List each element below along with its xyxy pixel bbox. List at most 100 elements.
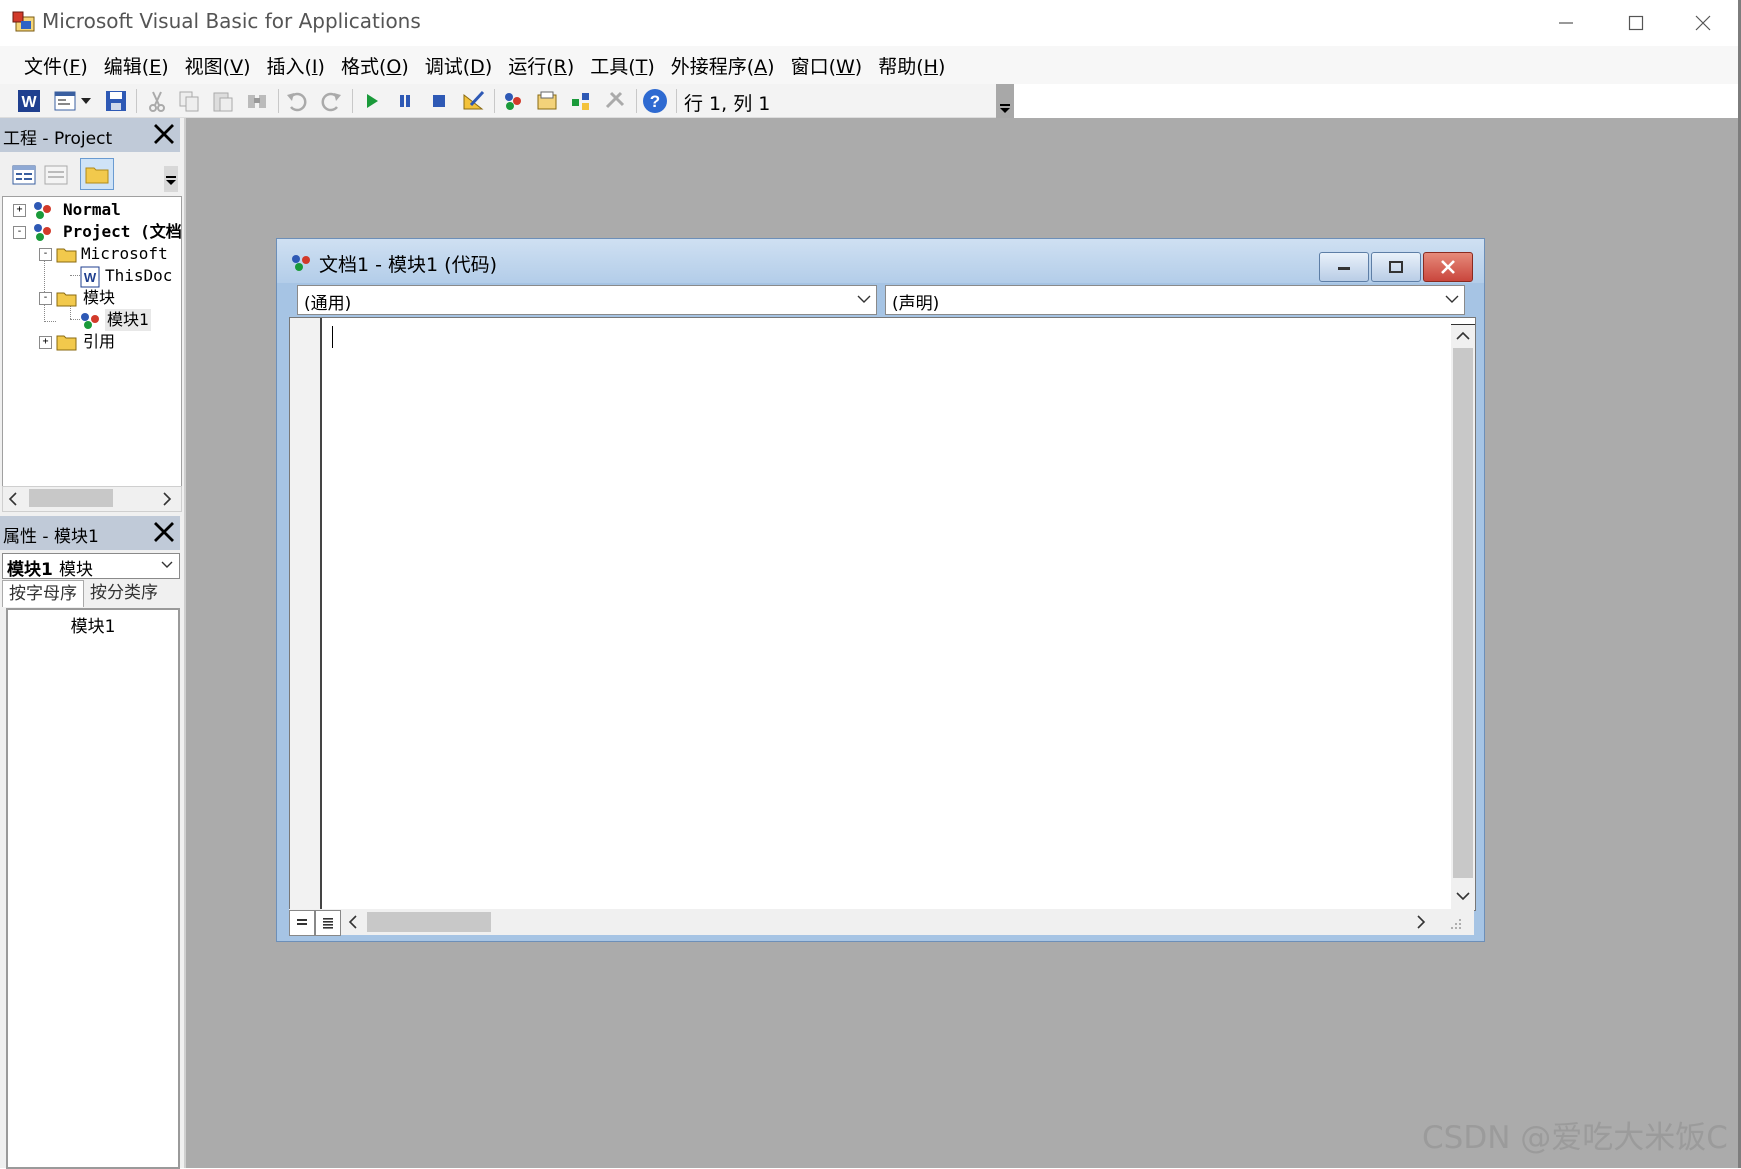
insert-userform-icon[interactable] bbox=[52, 88, 78, 114]
toolbar-overflow-button[interactable] bbox=[996, 84, 1014, 118]
chevron-left-icon[interactable] bbox=[347, 915, 359, 929]
menu-accelerator: V bbox=[230, 55, 244, 78]
close-icon bbox=[154, 522, 174, 542]
tree-item-label: Microsoft bbox=[81, 244, 168, 263]
menu-item-f[interactable]: 文件(F) bbox=[16, 52, 96, 79]
view-code-icon[interactable] bbox=[12, 164, 36, 186]
paste-icon[interactable] bbox=[210, 88, 236, 114]
chevron-down-icon bbox=[1456, 892, 1470, 901]
code-window: 文档1 - 模块1 (代码) (通用) (声明) bbox=[276, 238, 1485, 942]
menu-label-tail: ) bbox=[484, 55, 493, 78]
menu-label-tail: ) bbox=[243, 55, 251, 78]
menu-accelerator: D bbox=[470, 55, 485, 78]
close-button[interactable] bbox=[1668, 0, 1738, 46]
save-icon[interactable] bbox=[103, 88, 129, 114]
chevron-down-icon bbox=[1445, 295, 1459, 303]
undo-icon[interactable] bbox=[284, 88, 310, 114]
code-restore-button[interactable] bbox=[1371, 252, 1421, 282]
menu-item-e[interactable]: 编辑(E) bbox=[96, 52, 177, 79]
menu-label-tail: ) bbox=[647, 55, 655, 78]
close-icon bbox=[1695, 15, 1711, 31]
tree-item-label: Project (文档 bbox=[63, 222, 182, 241]
menu-item-d[interactable]: 调试(D) bbox=[417, 52, 500, 79]
watermark: CSDN @爱吃大米饭C bbox=[1422, 1120, 1728, 1156]
menu-item-v[interactable]: 视图(V) bbox=[177, 52, 259, 79]
full-module-view-button[interactable] bbox=[315, 910, 341, 936]
menu-label: 外接程序( bbox=[670, 55, 755, 78]
folder-open-icon bbox=[56, 248, 77, 263]
procedure-combo[interactable]: (声明) bbox=[885, 285, 1465, 315]
menu-item-h[interactable]: 帮助(H) bbox=[870, 52, 953, 79]
properties-panel-title: 属性 - 模块1 bbox=[3, 527, 99, 547]
project-panel-header: 工程 - Project bbox=[0, 118, 180, 152]
reset-icon[interactable] bbox=[426, 88, 452, 114]
maximize-icon bbox=[1628, 15, 1644, 31]
text-caret bbox=[332, 326, 333, 348]
left-dock: 工程 - Project + Normal - Project (文档 - Mi… bbox=[0, 118, 186, 1169]
minimize-button[interactable] bbox=[1531, 0, 1601, 46]
vba-project-icon bbox=[34, 224, 51, 241]
menu-item-r[interactable]: 运行(R) bbox=[500, 52, 582, 79]
properties-panel-header: 属性 - 模块1 bbox=[0, 516, 180, 550]
close-icon bbox=[1441, 260, 1455, 274]
code-minimize-button[interactable] bbox=[1319, 252, 1369, 282]
folder-icon bbox=[85, 167, 109, 184]
copy-icon[interactable] bbox=[176, 88, 202, 114]
cut-icon[interactable] bbox=[144, 88, 170, 114]
word-icon[interactable]: W bbox=[16, 88, 42, 114]
menu-item-t[interactable]: 工具(T) bbox=[582, 52, 662, 79]
code-vertical-scrollbar[interactable] bbox=[1451, 318, 1475, 910]
help-icon[interactable]: ? bbox=[642, 88, 668, 114]
tree-horizontal-scrollbar[interactable] bbox=[2, 486, 182, 512]
menu-accelerator: A bbox=[754, 55, 768, 78]
redo-icon[interactable] bbox=[318, 88, 344, 114]
properties-tabs: 按字母序 按分类序 bbox=[2, 580, 178, 607]
code-close-button[interactable] bbox=[1423, 252, 1473, 282]
properties-grid: 模块1 bbox=[6, 608, 180, 1169]
project-panel-close-button[interactable] bbox=[148, 118, 180, 150]
menu-accelerator: W bbox=[836, 55, 855, 78]
menu-label: 编辑( bbox=[103, 55, 150, 78]
properties-window-icon[interactable] bbox=[534, 88, 560, 114]
menu-label-tail: ) bbox=[767, 55, 775, 78]
property-name-value[interactable]: 模块1 bbox=[8, 610, 178, 637]
menu-label-tail: ) bbox=[937, 55, 946, 78]
tab-categorized[interactable]: 按分类序 bbox=[84, 580, 164, 606]
tree-item-label: Normal bbox=[63, 200, 121, 219]
project-explorer-icon[interactable] bbox=[500, 88, 526, 114]
tree-item-label: 模块 bbox=[83, 288, 116, 307]
run-icon[interactable] bbox=[358, 88, 384, 114]
tree-item-label: ThisDoc bbox=[105, 266, 173, 285]
procedure-view-button[interactable] bbox=[289, 910, 315, 936]
menu-label: 调试( bbox=[424, 55, 471, 78]
object-combo[interactable]: (通用) bbox=[297, 285, 877, 315]
menu-item-o[interactable]: 格式(O) bbox=[333, 52, 417, 79]
code-margin-indicator-bar[interactable] bbox=[290, 318, 322, 910]
find-icon[interactable] bbox=[244, 88, 270, 114]
resize-grip-icon[interactable] bbox=[1449, 917, 1463, 931]
design-mode-icon[interactable] bbox=[460, 88, 486, 114]
menu-item-w[interactable]: 窗口(W) bbox=[783, 52, 871, 79]
tab-alphabetic[interactable]: 按字母序 bbox=[2, 580, 84, 607]
properties-panel-close-button[interactable] bbox=[148, 516, 180, 548]
object-browser-icon[interactable] bbox=[568, 88, 594, 114]
toolbox-icon[interactable] bbox=[602, 88, 628, 114]
window-title: Microsoft Visual Basic for Applications bbox=[42, 9, 421, 33]
svg-text:?: ? bbox=[650, 92, 660, 111]
code-editor[interactable] bbox=[289, 317, 1476, 911]
object-selector[interactable]: 模块1 模块 bbox=[2, 553, 180, 580]
code-horizontal-scroll-thumb[interactable] bbox=[367, 912, 491, 932]
object-name: 模块1 bbox=[7, 560, 53, 580]
menu-item-i[interactable]: 插入(I) bbox=[258, 52, 332, 79]
break-icon[interactable] bbox=[392, 88, 418, 114]
view-object-icon[interactable] bbox=[44, 164, 68, 186]
dropdown-arrow-icon[interactable] bbox=[78, 88, 94, 114]
menu-item-a[interactable]: 外接程序(A) bbox=[663, 52, 783, 79]
vba-project-icon bbox=[34, 202, 51, 219]
panel-toolbar-overflow[interactable] bbox=[164, 166, 178, 192]
toggle-folders-button[interactable] bbox=[80, 158, 114, 190]
chevron-right-icon[interactable] bbox=[1415, 915, 1427, 929]
menu-label: 文件( bbox=[24, 55, 70, 78]
maximize-button[interactable] bbox=[1601, 0, 1671, 46]
chevron-down-icon bbox=[857, 295, 871, 303]
